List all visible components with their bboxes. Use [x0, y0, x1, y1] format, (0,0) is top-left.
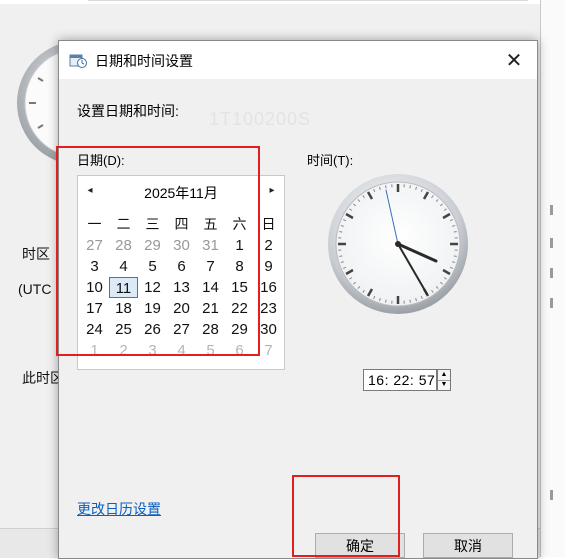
calendar-day[interactable]: 28	[109, 235, 138, 256]
right-edge-mark	[550, 268, 553, 278]
change-calendar-settings-link[interactable]: 更改日历设置	[77, 499, 161, 519]
calendar-day[interactable]: 29	[225, 319, 254, 340]
next-month-icon[interactable]: ▸	[264, 185, 280, 199]
right-edge-mark	[550, 490, 553, 500]
calendar-day[interactable]: 26	[138, 319, 167, 340]
right-edge-mark	[550, 238, 553, 248]
spin-down-icon[interactable]: ▼	[438, 380, 450, 390]
calendar-day[interactable]: 2	[109, 340, 138, 361]
calendar-day[interactable]: 4	[109, 256, 138, 277]
time-input[interactable]: 16: 22: 57	[363, 369, 437, 391]
calendar-grid: 一 二 三 四 五 六 日 27 28 29 30 31 1 2 3 4 5	[80, 214, 284, 361]
calendar-day[interactable]: 8	[225, 256, 254, 277]
calendar-day[interactable]: 21	[196, 298, 225, 319]
calendar-day[interactable]: 28	[196, 319, 225, 340]
calendar-week-row: 27 28 29 30 31 1 2	[80, 235, 284, 256]
calendar-week-row: 3 4 5 6 7 8 9	[80, 256, 284, 277]
weekday-header: 三	[138, 214, 167, 235]
calendar-day[interactable]: 4	[167, 340, 196, 361]
calendar-day[interactable]: 25	[109, 319, 138, 340]
close-button[interactable]: ✕	[491, 41, 537, 79]
clock-tick	[386, 185, 387, 188]
clock-tick	[386, 300, 387, 303]
clock-tick	[339, 232, 342, 233]
calendar-day[interactable]: 5	[138, 256, 167, 277]
calendar-day[interactable]: 12	[138, 277, 167, 298]
weekday-header: 日	[254, 214, 283, 235]
right-edge-mark	[550, 298, 553, 308]
calendar-month-title[interactable]: 2025年11月	[78, 183, 284, 203]
time-label: 时间(T):	[307, 150, 353, 169]
calendar-day[interactable]: 29	[138, 235, 167, 256]
right-edge-mark	[550, 205, 553, 215]
calendar-day[interactable]: 6	[225, 340, 254, 361]
time-value: 16: 22: 57	[368, 372, 435, 388]
weekday-header-row: 一 二 三 四 五 六 日	[80, 214, 284, 235]
dialog-title: 日期和时间设置	[95, 51, 193, 71]
month-calendar[interactable]: ◂ 2025年11月 ▸ 一 二 三 四 五 六 日 27 28 29 30 3…	[77, 175, 285, 370]
calendar-day[interactable]: 2	[254, 235, 283, 256]
calendar-day[interactable]: 23	[254, 298, 283, 319]
calendar-day[interactable]: 9	[254, 256, 283, 277]
clock-tick	[410, 185, 411, 188]
calendar-day[interactable]: 22	[225, 298, 254, 319]
calendar-day[interactable]: 19	[138, 298, 167, 319]
calendar-day-selected[interactable]: 11	[109, 277, 138, 298]
instruction-text: 设置日期和时间:	[77, 101, 179, 121]
calendar-day[interactable]: 27	[80, 235, 109, 256]
calendar-day[interactable]: 15	[225, 277, 254, 298]
calendar-week-row: 24 25 26 27 28 29 30	[80, 319, 284, 340]
date-time-settings-icon	[69, 52, 87, 68]
calendar-week-row: 1 2 3 4 5 6 7	[80, 340, 284, 361]
calendar-day[interactable]: 24	[80, 319, 109, 340]
clock-tick	[454, 256, 457, 257]
background-top-line	[88, 0, 528, 1]
calendar-day[interactable]: 14	[196, 277, 225, 298]
date-time-dialog: 日期和时间设置 ✕ 设置日期和时间: 1T100200S 日期(D): 时间(T…	[58, 40, 538, 559]
clock-tick	[339, 256, 342, 257]
cancel-button[interactable]: 取消	[423, 533, 513, 558]
calendar-day[interactable]: 3	[138, 340, 167, 361]
calendar-day[interactable]: 30	[254, 319, 283, 340]
timezone-label: 时区	[22, 244, 50, 264]
calendar-week-row: 10 11 12 13 14 15 16	[80, 277, 284, 298]
right-window-edge	[540, 0, 565, 557]
weekday-header: 五	[196, 214, 225, 235]
date-label: 日期(D):	[77, 150, 125, 169]
calendar-day[interactable]: 10	[80, 277, 109, 298]
calendar-day[interactable]: 18	[109, 298, 138, 319]
weekday-header: 一	[80, 214, 109, 235]
clock-tick	[410, 300, 411, 303]
calendar-day[interactable]: 1	[225, 235, 254, 256]
calendar-day[interactable]: 17	[80, 298, 109, 319]
calendar-nav: ◂ 2025年11月 ▸	[78, 176, 284, 208]
clock-tick	[454, 232, 457, 233]
analog-clock	[327, 173, 469, 315]
calendar-day[interactable]: 3	[80, 256, 109, 277]
calendar-day[interactable]: 7	[254, 340, 283, 361]
close-icon: ✕	[506, 48, 523, 73]
calendar-day[interactable]: 13	[167, 277, 196, 298]
weekday-header: 四	[167, 214, 196, 235]
calendar-day[interactable]: 30	[167, 235, 196, 256]
calendar-day[interactable]: 7	[196, 256, 225, 277]
calendar-day[interactable]: 20	[167, 298, 196, 319]
weekday-header: 六	[225, 214, 254, 235]
calendar-day[interactable]: 27	[167, 319, 196, 340]
ghost-overlay-text: 1T100200S	[209, 109, 311, 130]
calendar-week-row: 17 18 19 20 21 22 23	[80, 298, 284, 319]
time-spinner[interactable]: ▲ ▼	[437, 369, 451, 391]
utc-label: (UTC	[18, 281, 51, 297]
calendar-day[interactable]: 5	[196, 340, 225, 361]
calendar-day[interactable]: 1	[80, 340, 109, 361]
weekday-header: 二	[109, 214, 138, 235]
dialog-titlebar[interactable]: 日期和时间设置 ✕	[59, 41, 537, 79]
calendar-day[interactable]: 31	[196, 235, 225, 256]
ok-button[interactable]: 确定	[315, 533, 405, 558]
calendar-day[interactable]: 6	[167, 256, 196, 277]
calendar-day[interactable]: 16	[254, 277, 283, 298]
